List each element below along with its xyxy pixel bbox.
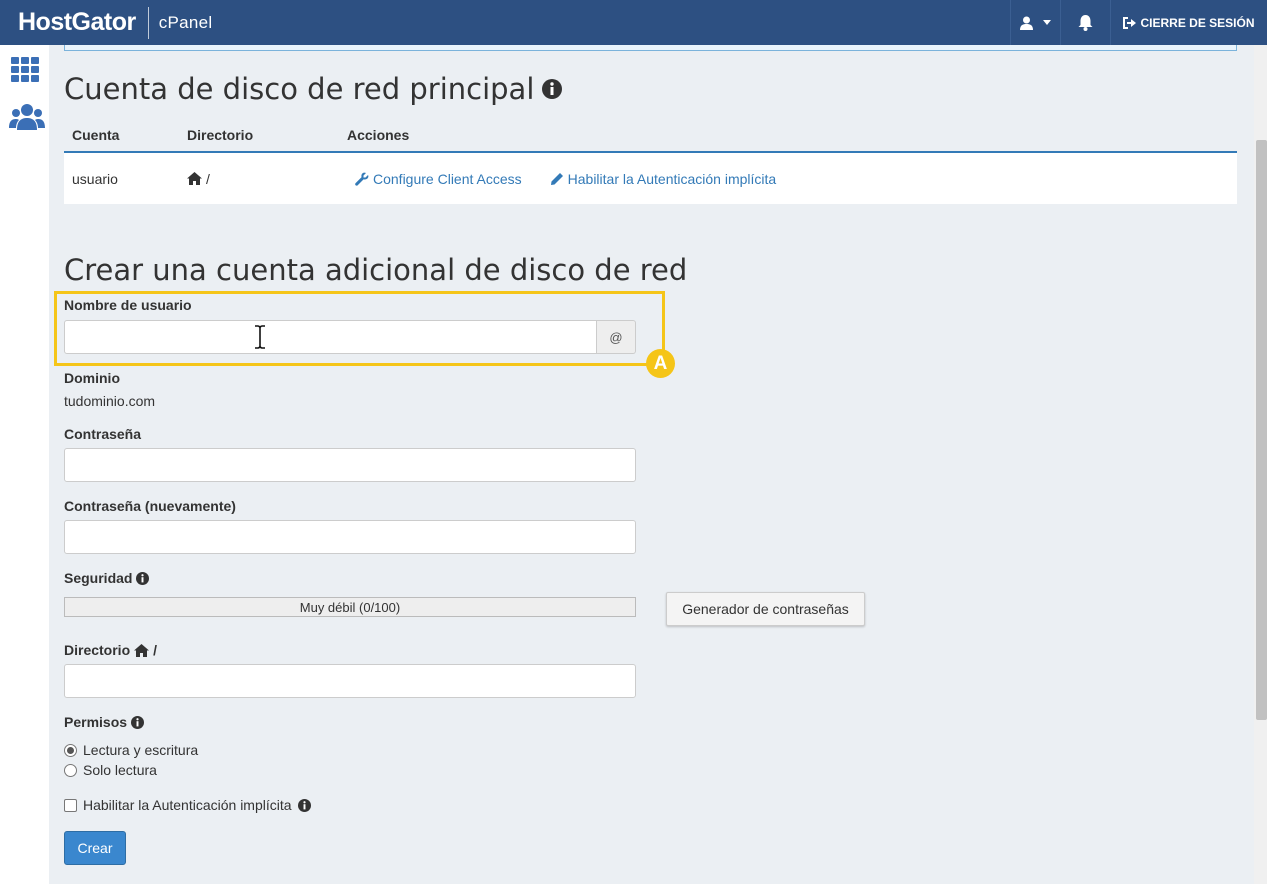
primary-account-title: Cuenta de disco de red principal — [64, 72, 535, 106]
password-strength-meter: Muy débil (0/100) — [64, 597, 636, 617]
password-generator-button[interactable]: Generador de contraseñas — [666, 592, 865, 626]
logout-label: CIERRE DE SESIÓN — [1140, 15, 1255, 30]
security-label-text: Seguridad — [64, 570, 133, 586]
scrollbar-thumb[interactable] — [1256, 140, 1267, 720]
table-header: Cuenta Directorio Acciones — [64, 119, 1237, 153]
bell-icon — [1078, 14, 1093, 31]
at-symbol-addon: @ — [597, 320, 636, 354]
info-icon[interactable] — [542, 79, 563, 99]
info-icon[interactable] — [136, 571, 150, 585]
column-header-cuenta: Cuenta — [72, 127, 120, 143]
configure-client-access-link[interactable]: Configure Client Access — [355, 171, 522, 187]
sidebar — [0, 45, 49, 884]
cpanel-product-name: cPanel — [158, 12, 213, 32]
home-icon — [134, 643, 150, 657]
directory-cell: / — [187, 171, 347, 187]
sign-out-icon — [1123, 16, 1137, 29]
domain-label: Dominio — [64, 370, 120, 386]
permission-read-only-label: Solo lectura — [83, 762, 157, 778]
user-menu-button[interactable] — [1010, 0, 1060, 45]
permission-read-only-option[interactable]: Solo lectura — [64, 762, 157, 778]
permission-read-write-option[interactable]: Lectura y escritura — [64, 742, 198, 758]
permission-read-write-label: Lectura y escritura — [83, 742, 199, 758]
actions-cell: Configure Client Access Habilitar la Aut… — [347, 171, 776, 187]
permission-read-only-radio[interactable] — [64, 763, 77, 777]
directory-label-text: Directorio — [64, 642, 131, 658]
top-actions: CIERRE DE SESIÓN — [1010, 0, 1267, 45]
domain-value: tudominio.com — [64, 393, 156, 409]
username-label: Nombre de usuario — [64, 297, 192, 313]
info-alert-strip — [64, 45, 1237, 51]
password-strength-text: Muy débil (0/100) — [299, 599, 401, 615]
column-header-acciones: Acciones — [347, 127, 410, 143]
primary-account-table: Cuenta Directorio Acciones usuario / Con… — [64, 119, 1237, 204]
users-icon[interactable] — [9, 103, 45, 131]
hostgator-logo[interactable]: HostGator — [18, 8, 136, 37]
page-scrollbar[interactable] — [1254, 45, 1267, 884]
permissions-label-text: Permisos — [64, 714, 128, 730]
enable-implicit-auth-link[interactable]: Habilitar la Autenticación implícita — [550, 170, 777, 187]
annotation-badge: A — [646, 349, 675, 378]
caret-down-icon — [1043, 20, 1051, 25]
wrench-icon — [355, 172, 369, 186]
create-button[interactable]: Crear — [64, 831, 126, 865]
top-navbar: HostGator cPanel CIERRE DE SESIÓN — [0, 0, 1267, 45]
directory-path: / — [206, 170, 210, 187]
table-row: usuario / Configure Client Access Habili… — [64, 153, 1237, 204]
implicit-auth-checkbox[interactable] — [64, 798, 77, 812]
implicit-auth-option[interactable]: Habilitar la Autenticación implícita — [64, 797, 311, 813]
info-icon[interactable] — [131, 715, 145, 729]
directory-input[interactable] — [64, 664, 636, 698]
directory-label: Directorio / — [64, 642, 157, 658]
permission-read-write-radio[interactable] — [64, 743, 77, 757]
text-cursor-icon — [255, 325, 265, 349]
column-header-directorio: Directorio — [187, 127, 254, 143]
username-input[interactable] — [64, 320, 597, 354]
account-cell: usuario — [72, 170, 118, 187]
password-again-label: Contraseña (nuevamente) — [64, 498, 236, 514]
pencil-icon — [550, 172, 563, 185]
logo-divider — [147, 6, 149, 39]
primary-account-heading: Cuenta de disco de red principal — [64, 72, 563, 106]
grid-apps-icon[interactable] — [9, 55, 41, 83]
info-icon[interactable] — [297, 798, 311, 812]
username-input-group: @ — [64, 320, 636, 354]
logout-button[interactable]: CIERRE DE SESIÓN — [1110, 0, 1267, 45]
enable-implicit-auth-label: Habilitar la Autenticación implícita — [567, 170, 777, 187]
configure-client-access-label: Configure Client Access — [373, 170, 522, 187]
password-input[interactable] — [64, 448, 636, 482]
password-label: Contraseña — [64, 426, 142, 442]
user-icon — [1020, 16, 1033, 30]
permissions-label: Permisos — [64, 714, 145, 730]
notifications-button[interactable] — [1060, 0, 1110, 45]
password-again-input[interactable] — [64, 520, 636, 554]
home-icon — [187, 172, 202, 185]
directory-suffix: / — [153, 642, 158, 658]
create-account-title: Crear una cuenta adicional de disco de r… — [64, 253, 688, 287]
implicit-auth-label: Habilitar la Autenticación implícita — [83, 797, 292, 813]
security-label: Seguridad — [64, 570, 150, 586]
